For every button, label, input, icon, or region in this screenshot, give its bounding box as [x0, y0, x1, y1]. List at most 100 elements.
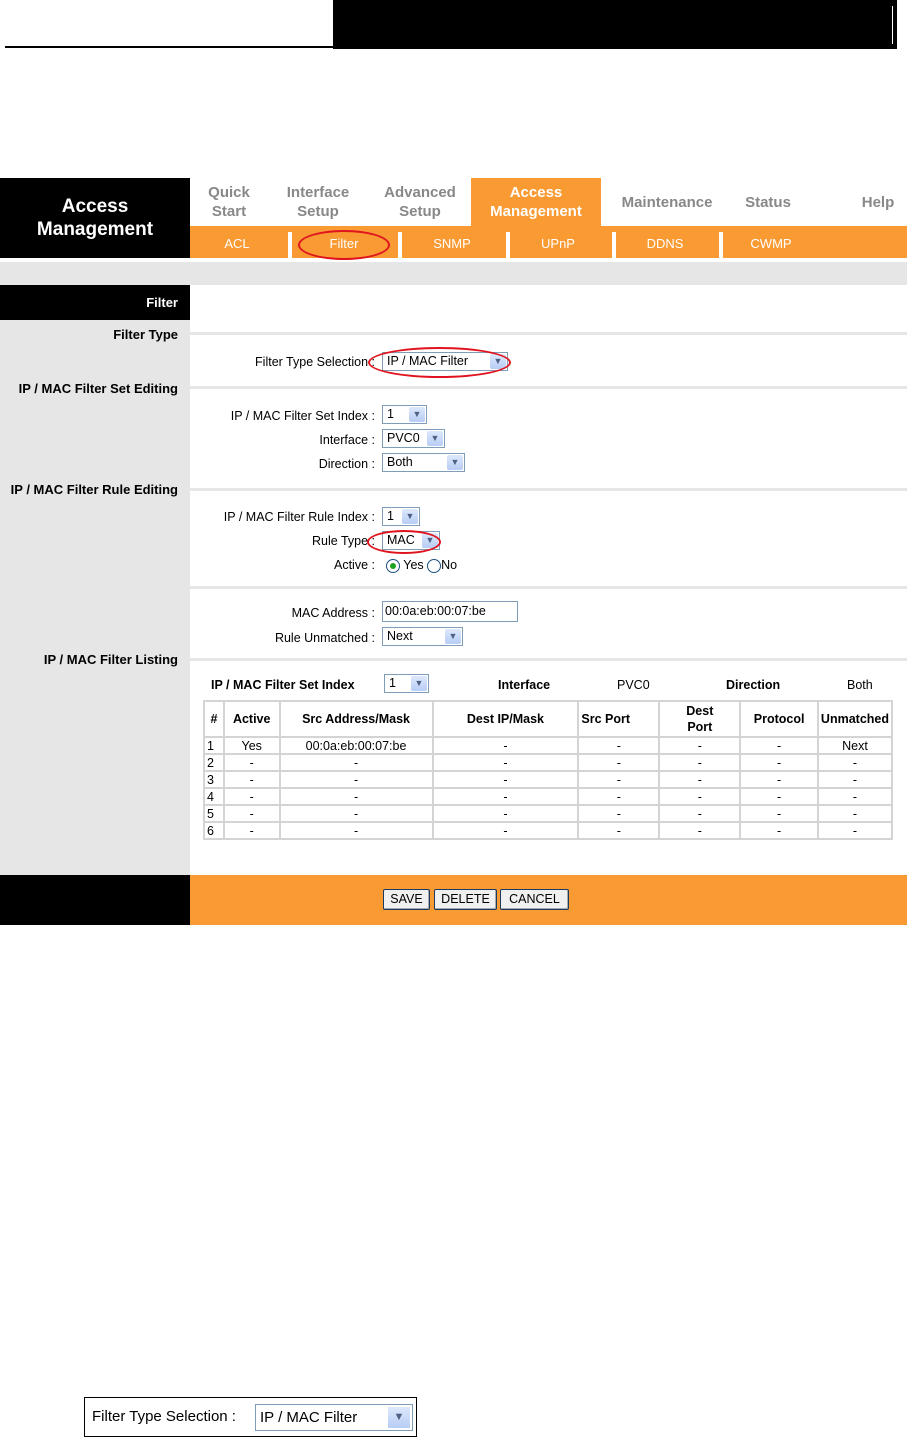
table-row: 2------- [203, 753, 894, 772]
active-label: Active : [334, 558, 375, 572]
table-cell: Yes [222, 736, 281, 755]
table-row: 1 Yes 00:0a:eb:00:07:be - - - - Next [203, 736, 894, 755]
rule-index-label: IP / MAC Filter Rule Index : [223, 510, 375, 524]
section-header: Filter [0, 285, 190, 320]
delete-button[interactable]: DELETE [434, 889, 497, 910]
nav-advanced-setup[interactable]: Advanced Setup [384, 178, 456, 226]
direction-select[interactable]: Both ▼ [382, 453, 465, 472]
column-header: Protocol [739, 700, 819, 738]
snippet-label: Filter Type Selection : [92, 1408, 236, 1425]
listing-direction-label: Direction [726, 678, 781, 692]
column-header: Dest Port [658, 700, 742, 738]
section-label-set-editing: IP / MAC Filter Set Editing [18, 381, 178, 396]
table-cell: - [658, 804, 742, 823]
table-cell: - [658, 787, 742, 806]
cancel-button[interactable]: CANCEL [500, 889, 569, 910]
highlight-oval [298, 230, 390, 260]
divider [190, 488, 907, 491]
table-cell: - [278, 804, 434, 823]
subnav-ddns[interactable]: DDNS [647, 226, 684, 258]
table-cell: - [431, 821, 580, 840]
divider [612, 232, 616, 258]
interface-select[interactable]: PVC0 ▼ [382, 429, 445, 448]
chevron-down-icon: ▼ [409, 407, 425, 422]
nav-interface-setup[interactable]: Interface Setup [287, 178, 350, 226]
nav-maintenance[interactable]: Maintenance [622, 178, 713, 226]
subnav-cwmp[interactable]: CWMP [750, 226, 791, 258]
divider [506, 232, 510, 258]
subnav-acl[interactable]: ACL [224, 226, 249, 258]
spacer-band [0, 262, 907, 285]
rule-unmatched-label: Rule Unmatched : [274, 631, 375, 645]
filter-type-snippet: Filter Type Selection : IP / MAC Filter ▼ [84, 1397, 417, 1437]
table-cell: - [431, 753, 580, 772]
interface-label: Interface : [319, 433, 375, 447]
nav-access-management[interactable]: Access Management [471, 178, 601, 226]
nav-quick-start[interactable]: Quick Start [208, 178, 250, 226]
table-cell: 2 [203, 753, 225, 772]
table-cell: - [816, 804, 894, 823]
rule-unmatched-select[interactable]: Next ▼ [382, 627, 463, 646]
nav-status[interactable]: Status [745, 178, 791, 226]
listing-set-index-select[interactable]: 1 ▼ [384, 674, 429, 693]
set-index-select[interactable]: 1 ▼ [382, 405, 427, 424]
header-rule [5, 46, 333, 48]
table-cell: - [431, 736, 580, 755]
divider [190, 658, 907, 661]
mac-address-input[interactable]: 00:0a:eb:00:07:be [382, 601, 518, 622]
table-cell: - [577, 753, 661, 772]
table-header-row: # Active Src Address/Mask Dest IP/Mask S… [203, 700, 894, 738]
subnav-snmp[interactable]: SNMP [433, 226, 471, 258]
filter-listing-table: # Active Src Address/Mask Dest IP/Mask S… [203, 700, 894, 840]
table-cell: - [739, 821, 819, 840]
column-header: Src Address/Mask [278, 700, 434, 738]
table-cell: - [739, 804, 819, 823]
chevron-down-icon: ▼ [445, 629, 461, 644]
table-row: 4------- [203, 787, 894, 806]
table-cell: - [739, 736, 819, 755]
table-cell: Next [816, 736, 894, 755]
table-cell: - [739, 753, 819, 772]
direction-label: Direction : [318, 457, 375, 471]
table-cell: - [278, 787, 434, 806]
page-title: Access Management [0, 178, 190, 258]
table-cell: - [222, 804, 281, 823]
section-label-rule-editing: IP / MAC Filter Rule Editing [10, 482, 178, 497]
table-row: 3------- [203, 770, 894, 789]
snippet-select[interactable]: IP / MAC Filter ▼ [255, 1404, 413, 1431]
table-row: 6------- [203, 821, 894, 840]
table-cell: - [658, 753, 742, 772]
save-button[interactable]: SAVE [383, 889, 430, 910]
nav-help[interactable]: Help [862, 178, 895, 226]
table-cell: - [222, 787, 281, 806]
footer-left [0, 875, 190, 925]
table-cell: - [278, 753, 434, 772]
table-cell: - [577, 736, 661, 755]
divider [190, 386, 907, 389]
table-cell: 1 [203, 736, 225, 755]
table-cell: 00:0a:eb:00:07:be [278, 736, 434, 755]
listing-interface-value: PVC0 [617, 678, 650, 692]
rule-index-select[interactable]: 1 ▼ [382, 507, 420, 526]
set-index-label: IP / MAC Filter Set Index : [230, 409, 375, 423]
section-label-filter-type: Filter Type [113, 327, 178, 342]
left-column [0, 285, 190, 875]
table-cell: - [278, 770, 434, 789]
table-cell: - [222, 770, 281, 789]
column-header: Unmatched [816, 700, 894, 738]
active-no-radio[interactable] [427, 558, 442, 573]
subnav-upnp[interactable]: UPnP [541, 226, 575, 258]
mac-address-label: MAC Address : [291, 606, 375, 620]
chevron-down-icon: ▼ [411, 676, 427, 691]
table-cell: - [816, 821, 894, 840]
chevron-down-icon: ▼ [388, 1407, 410, 1428]
active-yes-radio[interactable] [386, 558, 400, 573]
table-cell: - [816, 753, 894, 772]
table-cell: - [431, 770, 580, 789]
table-cell: - [658, 770, 742, 789]
divider [398, 232, 402, 258]
divider [288, 232, 292, 258]
table-cell: - [577, 821, 661, 840]
table-cell: - [739, 787, 819, 806]
divider [190, 586, 907, 589]
